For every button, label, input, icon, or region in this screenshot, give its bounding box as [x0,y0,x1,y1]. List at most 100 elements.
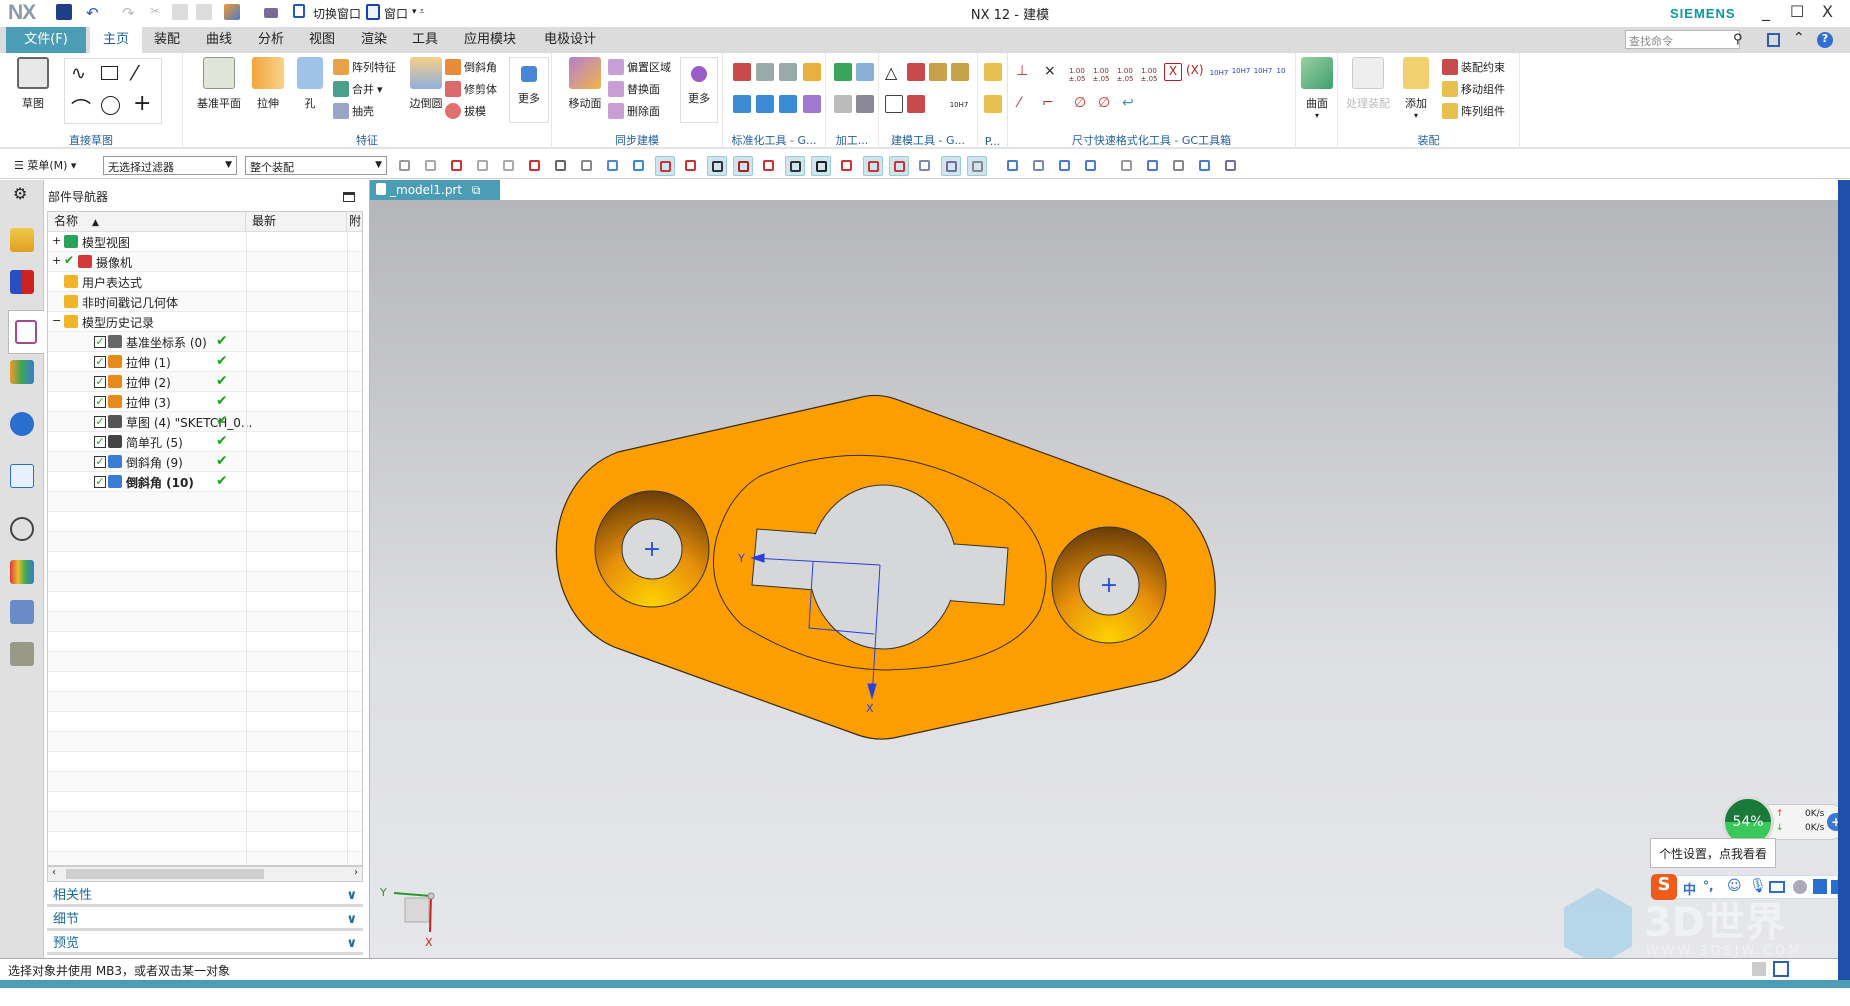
tool-icon[interactable] [929,63,947,81]
snap-end-icon[interactable] [629,156,649,176]
fullscreen-icon[interactable] [1767,33,1780,47]
quadrant-icon[interactable] [837,156,857,176]
snap-icon[interactable] [421,156,441,176]
paint-icon[interactable] [1081,156,1101,176]
feature-checkbox[interactable]: ✓ [94,396,106,408]
chamfer-button[interactable]: 倒斜角 [445,57,497,77]
orient-icon[interactable] [1221,156,1241,176]
line-icon[interactable]: ⁄ [133,61,136,85]
maximize-button[interactable]: ☐ [1790,2,1804,21]
settings-gear-icon[interactable]: ⚙ [13,184,27,203]
sketch-curve-gallery[interactable]: ∿ ⁄ ⌒ + [64,58,162,124]
section-dependencies[interactable]: 相关性 ∨ [47,885,363,907]
add-component-button[interactable]: 添加 ▾ [1396,57,1436,120]
tool-icon[interactable] [856,95,874,113]
column-header-latest[interactable]: 最新 [246,212,347,232]
feature-more-button[interactable]: 更多 [509,57,549,123]
leader-icon[interactable]: ⁄ [1018,95,1036,113]
tree-row[interactable]: + 模型视图 [48,232,362,252]
arc-icon[interactable]: ⌒ [71,93,91,122]
graphics-viewport[interactable]: + + Y X Y X [370,200,1838,958]
process-assembly-button[interactable]: 处理装配 [1342,57,1394,111]
feature-checkbox[interactable]: ✓ [94,416,106,428]
filter-icon[interactable] [395,156,415,176]
box-x-icon[interactable]: X [1164,63,1182,81]
tool-icon[interactable] [834,95,852,113]
emoji-icon[interactable]: ☺ [1727,878,1742,894]
body-icon[interactable] [603,156,623,176]
point-icon[interactable]: + [133,91,151,116]
tree-row[interactable]: ✓ 拉伸 (3) ✔ [48,392,362,412]
microphone-icon[interactable]: 🎙 [1749,878,1767,894]
document-tab[interactable]: _model1.prt ⧉ X [370,180,500,212]
tool-icon[interactable] [984,95,1002,113]
assembly-constraint-button[interactable]: 装配约束 [1442,57,1505,77]
tree-row[interactable]: 非时间戳记几何体 [48,292,362,312]
select-icon[interactable] [447,156,467,176]
system-scenes-icon[interactable] [10,642,34,666]
tree-row[interactable]: 用户表达式 [48,272,362,292]
constraint-navigator-icon[interactable] [10,270,34,294]
face-icon[interactable] [915,156,935,176]
fit-icon[interactable] [1029,156,1049,176]
tree-row[interactable]: ✓ 简单孔 (5) ✔ [48,432,362,452]
tolerance-button[interactable]: 10H7 [1230,67,1252,75]
tool-icon[interactable] [984,63,1002,81]
spline-icon[interactable] [759,156,779,176]
model-canvas[interactable]: + + Y X Y X [370,200,1838,958]
tab-view[interactable]: 视图 [297,27,347,53]
expand-icon[interactable]: + [52,254,61,267]
pattern-feature-button[interactable]: 阵列特征 [333,57,396,77]
circle-icon[interactable] [101,96,120,115]
point-icon[interactable] [473,156,493,176]
tolerance-button[interactable]: 10 [1272,67,1290,75]
selection-filter-dropdown[interactable]: 无选择过滤器 ▼ [103,156,237,175]
ime-tooltip[interactable]: 个性设置，点我看看 [1650,838,1776,868]
dim-format-button[interactable]: 1.00 ±.05 [1090,67,1112,83]
column-header-attached[interactable]: 附 [347,212,362,232]
tool-icon[interactable] [756,95,774,113]
extrude-button[interactable]: 拉伸 [245,57,291,111]
feature-checkbox[interactable]: ✓ [94,336,106,348]
tolerance-button[interactable]: 10H7 [1252,67,1274,75]
tool-icon[interactable] [885,95,903,113]
tab-render[interactable]: 渲染 [349,27,399,53]
undock-icon[interactable]: ⧉ [472,183,481,197]
tab-applications[interactable]: 应用模块 [452,27,528,53]
tree-row[interactable]: ✓ 基准坐标系 (0) ✔ [48,332,362,352]
datum-plane-button[interactable]: 基准平面 [191,57,247,111]
tool-icon[interactable] [756,63,774,81]
keyboard-icon[interactable] [1769,881,1785,893]
tab-assembly[interactable]: 装配 [142,27,192,53]
sync-more-button[interactable]: 更多 [680,57,718,123]
dim-format-button[interactable]: 1.00 ±.05 [1066,67,1088,83]
mid-icon[interactable] [681,156,701,176]
cube-icon[interactable] [577,156,597,176]
visualization-icon[interactable] [10,560,34,584]
section-preview[interactable]: 预览 ∨ [47,933,363,955]
paren-x-icon[interactable]: (X) [1186,63,1204,81]
feature-checkbox[interactable]: ✓ [94,436,106,448]
center-icon[interactable] [811,156,831,176]
tree-row[interactable]: + ✔ 摄像机 [48,252,362,272]
tab-analysis[interactable]: 分析 [246,27,296,53]
triangle-icon[interactable]: △ [885,63,903,82]
info-icon[interactable] [10,412,34,436]
collapse-icon[interactable]: − [52,314,61,327]
tool-icon[interactable] [834,63,852,81]
callout-icon[interactable]: ⌐ [1042,95,1060,113]
tangent-icon[interactable] [785,156,805,176]
feature-checkbox[interactable]: ✓ [94,456,106,468]
maximize-panel-icon[interactable] [343,192,355,202]
help-icon[interactable]: ? [1817,32,1833,48]
rectangle-icon[interactable] [101,66,118,80]
sketch-button[interactable]: 草图 [10,57,56,111]
pole-icon[interactable] [941,156,961,176]
tool-icon[interactable] [907,95,925,113]
diameter-icon[interactable]: ∅ [1074,95,1092,113]
ime-punct-toggle[interactable]: °, [1703,879,1714,893]
tree-row[interactable]: − 模型历史记录 [48,312,362,332]
tool-icon[interactable] [779,95,797,113]
plus-point-icon[interactable] [863,156,883,176]
line-icon[interactable] [655,156,675,176]
